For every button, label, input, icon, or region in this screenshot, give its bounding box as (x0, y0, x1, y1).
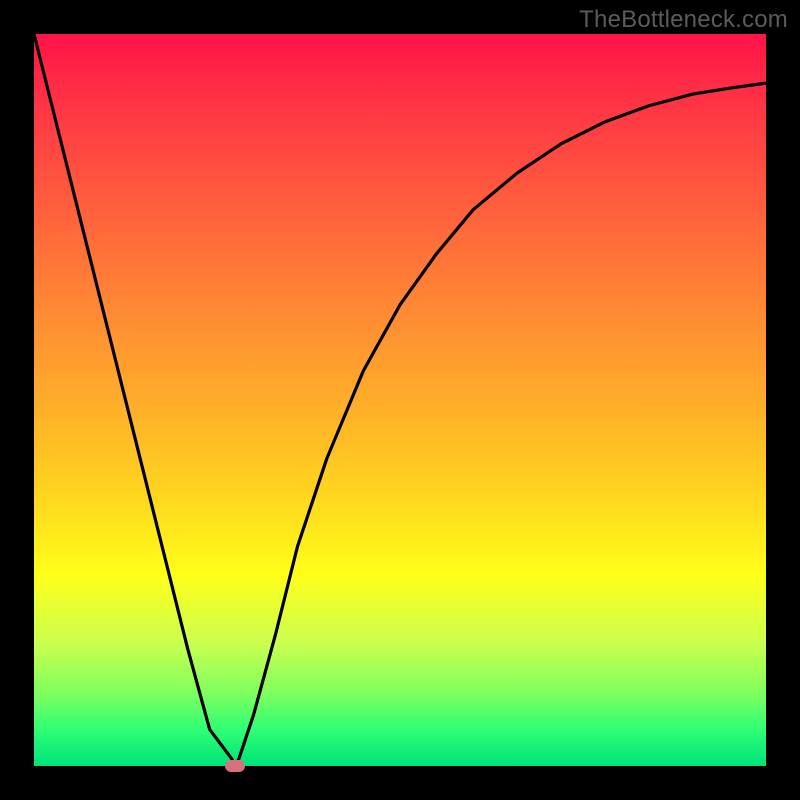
chart-frame: TheBottleneck.com (0, 0, 800, 800)
watermark-text: TheBottleneck.com (579, 6, 788, 34)
plot-area (34, 34, 766, 766)
optimum-marker (225, 760, 245, 772)
bottleneck-curve (34, 34, 766, 766)
